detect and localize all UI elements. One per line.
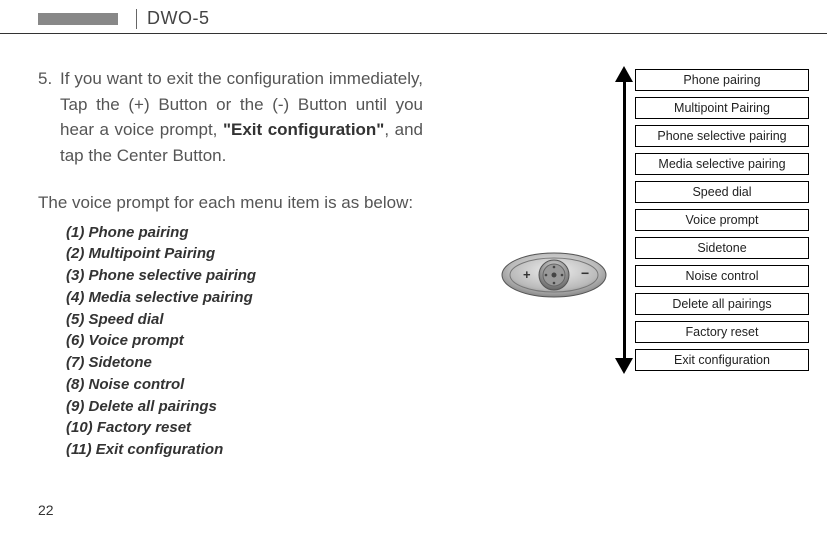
left-column: 5. If you want to exit the configuration… (38, 66, 423, 461)
arrow-shaft (623, 82, 626, 358)
list-item: (1) Phone pairing (66, 222, 423, 244)
list-item: (3) Phone selective pairing (66, 265, 423, 287)
header-brand-bar (38, 13, 118, 25)
menu-item-sidetone: Sidetone (635, 237, 809, 259)
list-item: (11) Exit configuration (66, 439, 423, 461)
menu-item-multipoint-pairing: Multipoint Pairing (635, 97, 809, 119)
menu-item-media-selective-pairing: Media selective pairing (635, 153, 809, 175)
right-column: + − Phone pairing Multipoint Pairing Pho… (423, 66, 809, 461)
list-item: (8) Noise control (66, 374, 423, 396)
list-item: (9) Delete all pairings (66, 396, 423, 418)
svg-text:−: − (581, 265, 589, 281)
menu-item-voice-prompt: Voice prompt (635, 209, 809, 231)
menu-item-noise-control: Noise control (635, 265, 809, 287)
step-5: 5. If you want to exit the configuration… (38, 66, 423, 168)
list-item: (10) Factory reset (66, 417, 423, 439)
menu-diagram: + − Phone pairing Multipoint Pairing Pho… (499, 66, 809, 374)
menu-item-exit-configuration: Exit configuration (635, 349, 809, 371)
svg-text:+: + (523, 267, 531, 282)
step-text-bold: "Exit configuration" (223, 120, 384, 139)
menu-item-phone-pairing: Phone pairing (635, 69, 809, 91)
step-number: 5. (38, 66, 60, 168)
header-model: DWO-5 (147, 8, 210, 29)
device-illustration: + − (499, 245, 609, 305)
page-header: DWO-5 (0, 0, 827, 34)
list-item: (4) Media selective pairing (66, 287, 423, 309)
list-item: (5) Speed dial (66, 309, 423, 331)
content-area: 5. If you want to exit the configuration… (0, 38, 827, 461)
menu-item-delete-all-pairings: Delete all pairings (635, 293, 809, 315)
voice-prompt-list: (1) Phone pairing (2) Multipoint Pairing… (38, 222, 423, 461)
arrow-up-icon (615, 66, 633, 82)
menu-item-phone-selective-pairing: Phone selective pairing (635, 125, 809, 147)
arrow-down-icon (615, 358, 633, 374)
menu-item-factory-reset: Factory reset (635, 321, 809, 343)
list-item: (6) Voice prompt (66, 330, 423, 352)
scroll-arrow (615, 66, 633, 374)
menu-list: Phone pairing Multipoint Pairing Phone s… (635, 69, 809, 371)
header-divider (136, 9, 137, 29)
menu-item-speed-dial: Speed dial (635, 181, 809, 203)
step-text: If you want to exit the configuration im… (60, 66, 423, 168)
list-item: (2) Multipoint Pairing (66, 243, 423, 265)
voice-prompt-intro: The voice prompt for each menu item is a… (38, 190, 423, 216)
list-item: (7) Sidetone (66, 352, 423, 374)
page-number: 22 (38, 502, 54, 518)
